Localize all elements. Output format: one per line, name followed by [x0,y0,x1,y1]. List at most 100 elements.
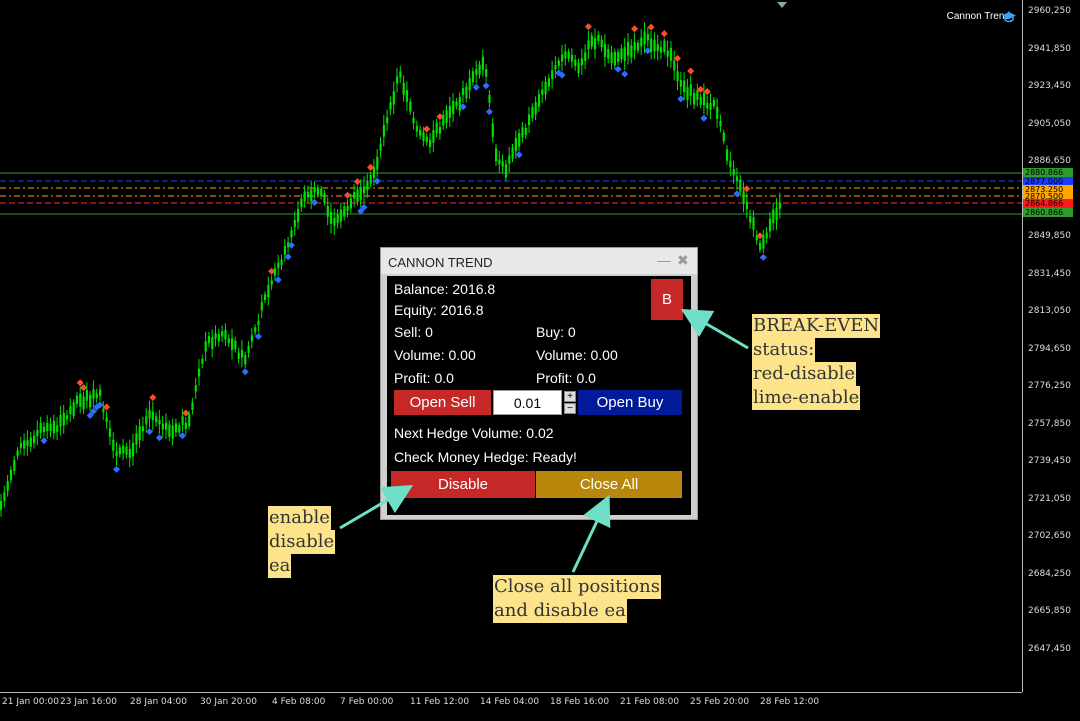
open-buy-button[interactable]: Open Buy [578,390,682,415]
chart-shift-marker-icon[interactable] [777,2,787,8]
candle-body [198,368,201,377]
candle-body [79,393,82,407]
candle-body [508,155,511,164]
candle-body [448,106,451,118]
candle-body [768,218,772,232]
annotation-line: lime-enable [752,386,861,410]
candle-body [19,442,22,449]
candle-body [145,416,148,425]
lot-decrease-button[interactable]: − [564,403,576,414]
candle-body [564,51,567,59]
close-all-button[interactable]: Close All [536,471,682,498]
candle-body [462,88,465,96]
lot-size-input[interactable] [493,390,562,415]
price-tick-label: 2905,050 [1028,118,1071,129]
candle-body [283,245,286,255]
candle-body [716,106,719,119]
candle-body [594,38,597,50]
candle-body [82,396,85,410]
breakeven-button[interactable]: B [651,279,683,320]
candle-body [478,64,481,75]
sell-marker [149,394,157,402]
candle-body [584,52,587,61]
breakeven-annotation: BREAK-EVEN status: red-disable lime-enab… [752,314,881,410]
open-sell-button[interactable]: Open Sell [394,390,491,415]
candle-body [455,101,458,106]
panel-title: CANNON TREND [388,255,493,270]
close-icon[interactable]: ✖ [677,252,689,269]
candle-body [297,208,300,222]
candle-body [188,413,191,427]
annotation-line: Close all positions [493,575,661,599]
candle-body [59,414,62,427]
price-tick-label: 2721,050 [1028,493,1071,504]
candle-body [85,389,88,401]
annotation-line: red-disable [752,362,857,386]
candle-body [99,389,102,396]
candle-body [531,107,534,119]
candle-body [534,102,537,115]
sell-volume-text: Volume: 0.00 [394,347,476,363]
candle-body [650,38,653,53]
candle-body [475,69,478,75]
candle-body [49,423,52,432]
check-money-text: Check Money Hedge: Ready! [394,449,577,465]
buy-marker [254,332,262,340]
buy-volume-text: Volume: 0.00 [536,347,618,363]
buy-marker [482,82,490,90]
candle-body [778,202,781,209]
annotation-line: disable [268,530,336,554]
candle-body [442,114,445,126]
price-tick-label: 2794,650 [1028,343,1071,354]
disable-ea-button[interactable]: Disable [391,471,535,498]
candle-body [438,127,442,134]
buy-count-text: Buy: 0 [536,324,576,340]
panel-titlebar[interactable]: CANNON TREND — ✖ [381,248,697,274]
candle-body [587,40,590,50]
candle-body [326,205,329,217]
time-tick-label: 28 Jan 04:00 [130,697,187,707]
candle-body [128,448,131,458]
time-tick-label: 25 Feb 20:00 [690,697,750,707]
graduation-cap-icon [1002,12,1016,23]
minimize-icon[interactable]: — [657,252,671,268]
lot-increase-button[interactable]: + [564,391,576,402]
candle-body [663,40,666,52]
candle-body [191,402,194,410]
candle-body [66,415,69,420]
time-tick-label: 21 Feb 08:00 [620,697,680,707]
candle-body [504,164,508,178]
candle-body [409,101,412,112]
candle-body [620,48,623,60]
time-tick-label: 28 Feb 12:00 [760,697,820,707]
candle-body [762,234,765,249]
candle-body [524,128,527,135]
candle-body [214,333,217,339]
buy-marker [274,276,282,284]
candle-body [33,435,36,444]
candle-body [514,138,517,152]
candle-body [323,193,326,203]
candle-body [405,90,409,102]
candle-body [468,78,471,91]
price-tick-label: 2665,850 [1028,606,1071,616]
price-level-tag: 2860.866 [1023,208,1073,217]
candle-body [141,426,145,432]
time-tick-label: 4 Feb 08:00 [272,697,326,707]
candle-body [495,148,498,162]
price-tick-label: 2831,450 [1028,268,1071,279]
sell-marker [353,178,361,186]
candle-body [148,410,151,419]
candle-body [72,402,75,416]
candle-body [52,420,55,434]
time-tick-label: 18 Feb 16:00 [550,697,610,707]
candle-body [151,411,154,421]
candle-body [227,338,230,344]
candle-body [392,91,395,105]
candle-body [234,340,237,349]
candle-body [89,395,92,408]
candle-body [627,42,630,56]
candle-body [62,412,65,426]
candle-body [3,492,6,501]
candle-body [353,192,356,199]
